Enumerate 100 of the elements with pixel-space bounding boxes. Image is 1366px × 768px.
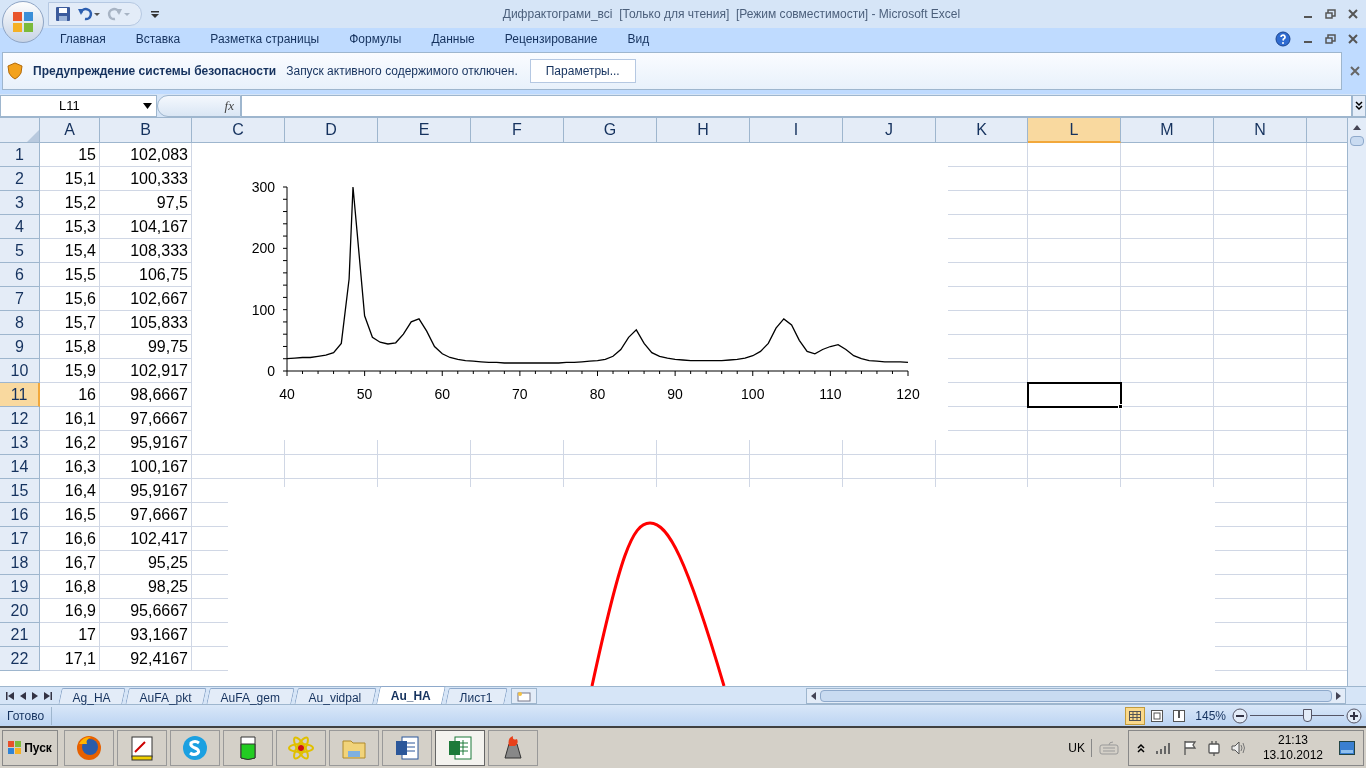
previous-sheet-icon[interactable] <box>20 692 26 700</box>
chart-area[interactable]: 0 100 200 300 40 50 60 70 80 90 100 110 120 <box>192 143 948 440</box>
zoom-slider[interactable] <box>1250 707 1344 724</box>
slider-thumb[interactable] <box>1302 708 1312 722</box>
clock-time[interactable]: 21:13 <box>1277 733 1308 748</box>
column-header[interactable]: B <box>100 118 192 143</box>
last-sheet-icon[interactable] <box>44 692 52 700</box>
taskbar-button[interactable] <box>382 730 432 766</box>
ribbon-tab[interactable]: Вид <box>613 28 664 50</box>
sheet-tab[interactable]: Au_HA <box>376 686 447 704</box>
first-sheet-icon[interactable] <box>6 692 14 700</box>
horizontal-scrollbar[interactable] <box>806 688 1346 704</box>
ribbon-tab[interactable]: Данные <box>417 28 489 50</box>
row-header[interactable]: 2 <box>0 167 40 191</box>
row-header[interactable]: 15 <box>0 479 40 503</box>
taskbar-button[interactable] <box>64 730 114 766</box>
undo-icon[interactable] <box>77 6 101 22</box>
scroll-up-arrow-icon[interactable] <box>1353 124 1361 130</box>
close-icon[interactable] <box>1348 9 1358 19</box>
row-header[interactable]: 20 <box>0 599 40 623</box>
column-header[interactable]: D <box>285 118 378 143</box>
save-icon[interactable] <box>55 6 71 22</box>
scrollbar-thumb[interactable] <box>820 690 1332 702</box>
restore-icon[interactable] <box>1325 9 1336 19</box>
power-plug-icon[interactable] <box>1206 740 1221 756</box>
column-header[interactable]: K <box>936 118 1028 143</box>
column-header[interactable]: I <box>750 118 843 143</box>
row-header[interactable]: 3 <box>0 191 40 215</box>
column-header[interactable]: N <box>1214 118 1307 143</box>
zoom-level[interactable]: 145% <box>1195 706 1232 725</box>
column-header[interactable]: G <box>564 118 657 143</box>
scroll-left-arrow-icon[interactable] <box>811 692 816 700</box>
next-sheet-icon[interactable] <box>32 692 38 700</box>
zoom-in-icon[interactable] <box>1346 707 1362 724</box>
start-button[interactable]: Пуск <box>2 730 58 766</box>
flag-icon[interactable] <box>1182 740 1197 756</box>
column-header[interactable]: A <box>40 118 100 143</box>
ribbon-tab[interactable]: Формулы <box>335 28 416 50</box>
language-indicator[interactable]: UK <box>1068 739 1092 757</box>
sheet-tab[interactable]: AuFA_gem <box>206 688 296 704</box>
speaker-icon[interactable] <box>1230 740 1247 756</box>
row-header[interactable]: 13 <box>0 431 40 455</box>
scrollbar-thumb[interactable] <box>1350 136 1364 146</box>
selected-cell[interactable] <box>1027 382 1122 408</box>
taskbar-button[interactable] <box>170 730 220 766</box>
column-header[interactable]: H <box>657 118 750 143</box>
sheet-tab[interactable]: Au_vidpal <box>294 688 377 704</box>
row-header[interactable]: 19 <box>0 575 40 599</box>
normal-view-button[interactable] <box>1125 706 1146 725</box>
zoom-out-icon[interactable] <box>1232 707 1248 724</box>
options-button[interactable]: Параметры... <box>529 59 636 83</box>
row-header[interactable]: 6 <box>0 263 40 287</box>
column-header[interactable]: F <box>471 118 564 143</box>
taskbar-button[interactable] <box>435 730 485 766</box>
sheet-tab[interactable]: Лист1 <box>445 688 508 704</box>
ribbon-tab[interactable]: Рецензирование <box>490 28 612 50</box>
column-header[interactable]: C <box>192 118 285 143</box>
name-box[interactable]: L11 <box>0 94 157 117</box>
sheet-tab[interactable]: Ag_HA <box>58 688 126 704</box>
taskbar-button[interactable] <box>117 730 167 766</box>
row-header[interactable]: 17 <box>0 527 40 551</box>
close-icon[interactable] <box>1348 34 1358 44</box>
signal-icon[interactable] <box>1154 741 1173 755</box>
clock-date[interactable]: 13.10.2012 <box>1262 748 1323 763</box>
show-desktop-icon[interactable] <box>1339 741 1355 755</box>
row-header[interactable]: 1 <box>0 143 40 167</box>
row-header[interactable]: 8 <box>0 311 40 335</box>
row-header[interactable]: 16 <box>0 503 40 527</box>
row-header[interactable]: 21 <box>0 623 40 647</box>
taskbar-button[interactable] <box>223 730 273 766</box>
column-header[interactable]: L <box>1028 118 1121 143</box>
row-header[interactable]: 14 <box>0 455 40 479</box>
customize-toolbar-icon[interactable] <box>150 9 160 19</box>
ribbon-tab[interactable]: Разметка страницы <box>196 28 334 50</box>
taskbar-button[interactable] <box>488 730 538 766</box>
row-header[interactable]: 4 <box>0 215 40 239</box>
help-icon[interactable] <box>1275 31 1291 47</box>
row-header[interactable]: 22 <box>0 647 40 671</box>
restore-icon[interactable] <box>1325 34 1336 44</box>
ribbon-tab[interactable]: Вставка <box>121 28 195 50</box>
close-icon[interactable] <box>1350 66 1360 76</box>
dropdown-arrow-icon[interactable] <box>143 102 152 109</box>
chevron-up-icon[interactable] <box>1136 743 1145 753</box>
formula-input-field[interactable] <box>241 94 1352 117</box>
insert-function-button[interactable]: fx <box>224 95 234 116</box>
row-header[interactable]: 11 <box>0 383 40 407</box>
ribbon-tab[interactable]: Главная <box>46 28 120 50</box>
sheet-tab[interactable]: AuFA_pkt <box>125 688 207 704</box>
row-header[interactable]: 10 <box>0 359 40 383</box>
row-header[interactable]: 9 <box>0 335 40 359</box>
expand-formula-bar-button[interactable] <box>1352 94 1366 117</box>
scroll-right-arrow-icon[interactable] <box>1336 692 1341 700</box>
column-header[interactable]: E <box>378 118 471 143</box>
row-header[interactable]: 7 <box>0 287 40 311</box>
row-header[interactable]: 18 <box>0 551 40 575</box>
column-header[interactable]: M <box>1121 118 1214 143</box>
row-header[interactable]: 12 <box>0 407 40 431</box>
vertical-scrollbar[interactable] <box>1347 118 1366 686</box>
row-header[interactable]: 5 <box>0 239 40 263</box>
column-header[interactable]: J <box>843 118 936 143</box>
